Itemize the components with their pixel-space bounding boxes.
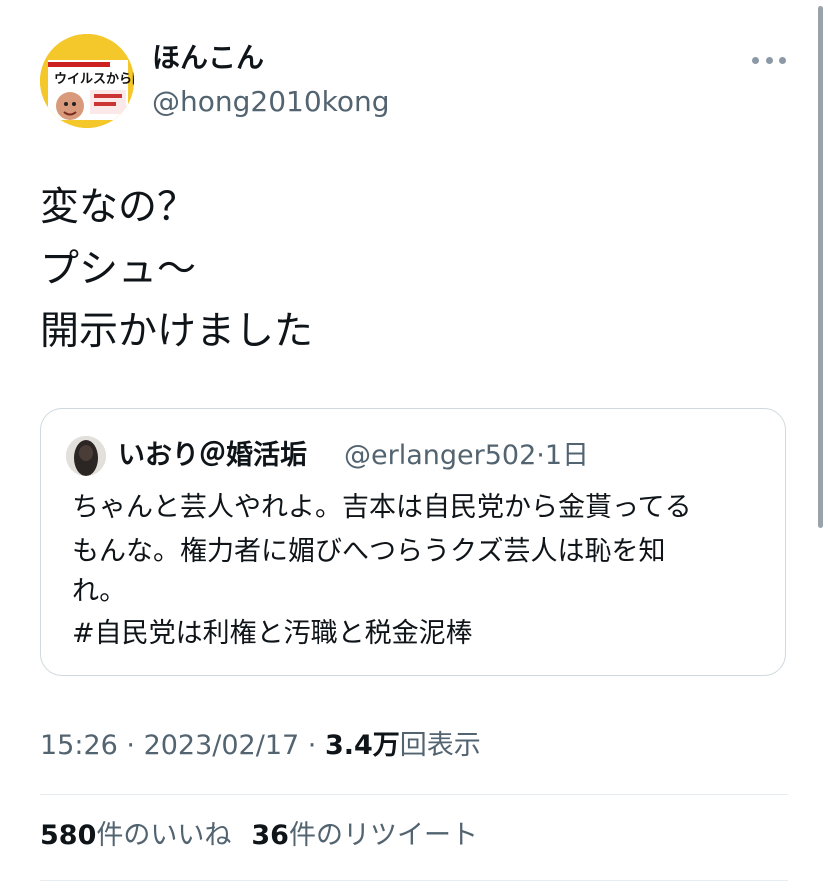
separator-dot: · [299,730,325,761]
quoted-author-name[interactable]: いおり＠婚活垢 [118,438,307,474]
likes-count: 580 [40,820,97,851]
author-display-name[interactable]: ほんこん [152,40,264,76]
view-count-label: 回表示 [399,730,481,761]
avatar-book-title: ウイルスから国民を守るのも国防や！ [54,71,134,87]
engagement-stats: 580件のいいね 36件のリツイート [40,818,478,854]
likes-label: 件のいいね [96,820,232,851]
quoted-time-ago: 1日 [544,440,590,471]
quoted-author-handle: @erlanger502 [344,440,537,471]
quoted-author-avatar[interactable] [66,436,106,476]
quoted-text-line: ちゃんと芸人やれよ。吉本は自民党から金貰ってる [72,492,692,523]
author-handle[interactable]: @hong2010kong [152,84,390,120]
retweets-count: 36 [251,820,289,851]
tweet-metadata: 15:26 · 2023/02/17 · 3.4万回表示 [40,728,481,764]
quoted-author-handle-time[interactable]: @erlanger502·1日 [344,438,589,474]
separator-dot: · [117,730,144,761]
likes-link[interactable]: 580件のいいね [40,820,231,851]
avatar-image: ウイルスから国民を守るのも国防や！ [40,34,134,128]
scrollbar[interactable] [818,6,823,528]
quoted-text-line: れ。 [72,576,127,607]
tweet-time[interactable]: 15:26 [40,730,118,761]
dot [779,56,786,64]
tweet-date[interactable]: 2023/02/17 [144,730,300,761]
more-dots-icon[interactable] [752,46,786,74]
quoted-text-line: もんな。権力者に媚びへつらうクズ芸人は恥を知 [72,536,666,567]
tweet-text-line: 開示かけました [40,309,314,354]
view-count: 3.4万 [324,730,400,761]
retweets-link[interactable]: 36件のリツイート [251,820,478,851]
tweet-text-line: 変なの？ [40,185,197,230]
dot [765,56,773,64]
divider [40,880,788,881]
quoted-hashtag[interactable]: #自民党は利権と汚職と税金泥棒 [72,612,473,656]
quoted-avatar-image [66,436,106,476]
separator-dot: · [536,440,545,471]
dot [752,56,759,64]
retweets-label: 件のリツイート [288,820,478,851]
divider [40,794,788,795]
tweet-text-line: プシュ〜 [40,247,197,292]
author-avatar[interactable]: ウイルスから国民を守るのも国防や！ [40,34,134,128]
